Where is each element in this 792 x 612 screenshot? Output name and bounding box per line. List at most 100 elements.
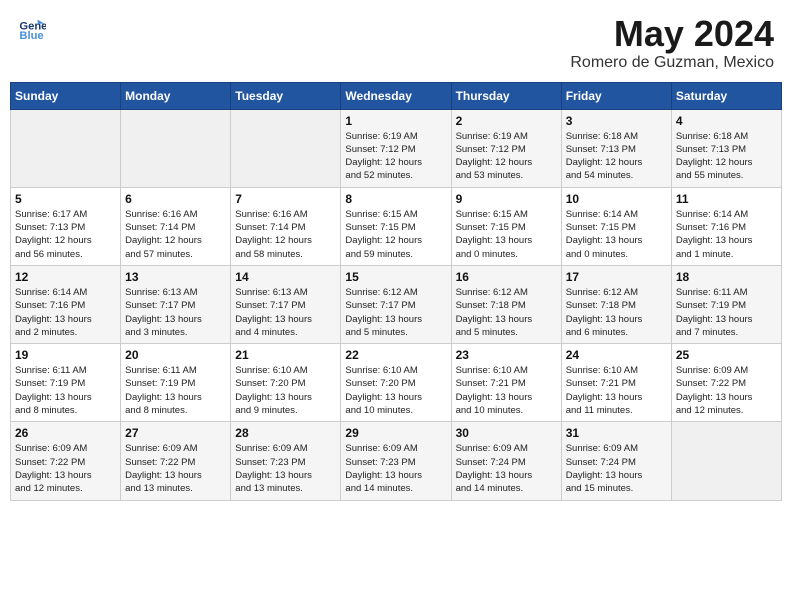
calendar-body: 1Sunrise: 6:19 AMSunset: 7:12 PMDaylight… [11, 109, 782, 500]
calendar-week-3: 12 Sunrise: 6:14 AMSunset: 7:16 PMDayligh… [11, 265, 782, 343]
calendar-cell: 12 Sunrise: 6:14 AMSunset: 7:16 PMDayligh… [11, 265, 121, 343]
day-number: 25 [676, 348, 777, 362]
day-number: 26 [15, 426, 116, 440]
calendar-cell: 28 Sunrise: 6:09 AMSunset: 7:23 PMDayligh… [231, 422, 341, 500]
calendar-cell [671, 422, 781, 500]
header-tuesday: Tuesday [231, 82, 341, 109]
calendar-week-4: 19 Sunrise: 6:11 AMSunset: 7:19 PMDayligh… [11, 344, 782, 422]
day-info: Sunrise: 6:09 AMSunset: 7:22 PMDaylight:… [125, 442, 226, 495]
day-number: 20 [125, 348, 226, 362]
calendar-cell: 20 Sunrise: 6:11 AMSunset: 7:19 PMDayligh… [121, 344, 231, 422]
day-number: 12 [15, 270, 116, 284]
day-number: 22 [345, 348, 446, 362]
day-info: Sunrise: 6:13 AMSunset: 7:17 PMDaylight:… [125, 286, 226, 339]
day-info: Sunrise: 6:09 AMSunset: 7:23 PMDaylight:… [235, 442, 336, 495]
day-info: Sunrise: 6:19 AMSunset: 7:12 PMDaylight:… [456, 130, 557, 183]
day-info: Sunrise: 6:09 AMSunset: 7:24 PMDaylight:… [456, 442, 557, 495]
calendar-cell: 31 Sunrise: 6:09 AMSunset: 7:24 PMDayligh… [561, 422, 671, 500]
day-number: 7 [235, 192, 336, 206]
day-info: Sunrise: 6:18 AMSunset: 7:13 PMDaylight:… [676, 130, 777, 183]
day-number: 13 [125, 270, 226, 284]
day-number: 4 [676, 114, 777, 128]
day-info: Sunrise: 6:11 AMSunset: 7:19 PMDaylight:… [676, 286, 777, 339]
calendar-week-2: 5 Sunrise: 6:17 AMSunset: 7:13 PMDaylight… [11, 187, 782, 265]
calendar-cell: 18 Sunrise: 6:11 AMSunset: 7:19 PMDayligh… [671, 265, 781, 343]
day-number: 31 [566, 426, 667, 440]
day-number: 3 [566, 114, 667, 128]
day-info: Sunrise: 6:10 AMSunset: 7:21 PMDaylight:… [456, 364, 557, 417]
day-number: 16 [456, 270, 557, 284]
day-number: 18 [676, 270, 777, 284]
calendar-cell: 8Sunrise: 6:15 AMSunset: 7:15 PMDaylight… [341, 187, 451, 265]
day-number: 23 [456, 348, 557, 362]
calendar-cell: 16Sunrise: 6:12 AMSunset: 7:18 PMDayligh… [451, 265, 561, 343]
calendar-cell [121, 109, 231, 187]
calendar-cell: 5 Sunrise: 6:17 AMSunset: 7:13 PMDaylight… [11, 187, 121, 265]
day-number: 17 [566, 270, 667, 284]
calendar-cell: 14 Sunrise: 6:13 AMSunset: 7:17 PMDayligh… [231, 265, 341, 343]
day-number: 28 [235, 426, 336, 440]
day-info: Sunrise: 6:16 AMSunset: 7:14 PMDaylight:… [125, 208, 226, 261]
title-area: May 2024 Romero de Guzman, Mexico [570, 14, 774, 72]
day-number: 24 [566, 348, 667, 362]
calendar-cell [11, 109, 121, 187]
day-info: Sunrise: 6:09 AMSunset: 7:22 PMDaylight:… [676, 364, 777, 417]
day-number: 29 [345, 426, 446, 440]
day-info: Sunrise: 6:09 AMSunset: 7:24 PMDaylight:… [566, 442, 667, 495]
header-sunday: Sunday [11, 82, 121, 109]
day-number: 5 [15, 192, 116, 206]
day-info: Sunrise: 6:12 AMSunset: 7:17 PMDaylight:… [345, 286, 446, 339]
calendar-cell: 1Sunrise: 6:19 AMSunset: 7:12 PMDaylight… [341, 109, 451, 187]
calendar-cell: 2 Sunrise: 6:19 AMSunset: 7:12 PMDaylight… [451, 109, 561, 187]
day-info: Sunrise: 6:14 AMSunset: 7:16 PMDaylight:… [15, 286, 116, 339]
day-number: 19 [15, 348, 116, 362]
logo-icon: General Blue [18, 14, 46, 42]
day-number: 30 [456, 426, 557, 440]
calendar-cell: 26 Sunrise: 6:09 AMSunset: 7:22 PMDayligh… [11, 422, 121, 500]
calendar-cell: 27 Sunrise: 6:09 AMSunset: 7:22 PMDayligh… [121, 422, 231, 500]
calendar-cell: 15 Sunrise: 6:12 AMSunset: 7:17 PMDayligh… [341, 265, 451, 343]
day-info: Sunrise: 6:15 AMSunset: 7:15 PMDaylight:… [456, 208, 557, 261]
calendar-cell: 4 Sunrise: 6:18 AMSunset: 7:13 PMDaylight… [671, 109, 781, 187]
calendar-cell: 17 Sunrise: 6:12 AMSunset: 7:18 PMDayligh… [561, 265, 671, 343]
svg-text:Blue: Blue [19, 30, 43, 42]
day-info: Sunrise: 6:12 AMSunset: 7:18 PMDaylight:… [566, 286, 667, 339]
header-saturday: Saturday [671, 82, 781, 109]
day-info: Sunrise: 6:09 AMSunset: 7:22 PMDaylight:… [15, 442, 116, 495]
day-number: 27 [125, 426, 226, 440]
calendar-week-5: 26 Sunrise: 6:09 AMSunset: 7:22 PMDayligh… [11, 422, 782, 500]
day-info: Sunrise: 6:14 AMSunset: 7:16 PMDaylight:… [676, 208, 777, 261]
calendar-cell: 7 Sunrise: 6:16 AMSunset: 7:14 PMDaylight… [231, 187, 341, 265]
day-number: 11 [676, 192, 777, 206]
calendar-cell: 3 Sunrise: 6:18 AMSunset: 7:13 PMDaylight… [561, 109, 671, 187]
day-number: 2 [456, 114, 557, 128]
calendar-cell: 25 Sunrise: 6:09 AMSunset: 7:22 PMDayligh… [671, 344, 781, 422]
day-info: Sunrise: 6:09 AMSunset: 7:23 PMDaylight:… [345, 442, 446, 495]
day-info: Sunrise: 6:19 AMSunset: 7:12 PMDaylight:… [345, 130, 446, 183]
calendar-cell: 9 Sunrise: 6:15 AMSunset: 7:15 PMDaylight… [451, 187, 561, 265]
calendar-cell: 24Sunrise: 6:10 AMSunset: 7:21 PMDayligh… [561, 344, 671, 422]
calendar-cell: 10 Sunrise: 6:14 AMSunset: 7:15 PMDayligh… [561, 187, 671, 265]
header-wednesday: Wednesday [341, 82, 451, 109]
day-info: Sunrise: 6:13 AMSunset: 7:17 PMDaylight:… [235, 286, 336, 339]
day-info: Sunrise: 6:16 AMSunset: 7:14 PMDaylight:… [235, 208, 336, 261]
calendar-cell: 29 Sunrise: 6:09 AMSunset: 7:23 PMDayligh… [341, 422, 451, 500]
day-number: 14 [235, 270, 336, 284]
day-number: 10 [566, 192, 667, 206]
day-info: Sunrise: 6:11 AMSunset: 7:19 PMDaylight:… [15, 364, 116, 417]
day-number: 8 [345, 192, 446, 206]
logo: General Blue [18, 14, 46, 42]
day-info: Sunrise: 6:14 AMSunset: 7:15 PMDaylight:… [566, 208, 667, 261]
header-thursday: Thursday [451, 82, 561, 109]
day-number: 9 [456, 192, 557, 206]
month-year-title: May 2024 [570, 14, 774, 54]
header-monday: Monday [121, 82, 231, 109]
day-number: 15 [345, 270, 446, 284]
day-info: Sunrise: 6:10 AMSunset: 7:20 PMDaylight:… [235, 364, 336, 417]
day-info: Sunrise: 6:17 AMSunset: 7:13 PMDaylight:… [15, 208, 116, 261]
day-info: Sunrise: 6:11 AMSunset: 7:19 PMDaylight:… [125, 364, 226, 417]
day-info: Sunrise: 6:18 AMSunset: 7:13 PMDaylight:… [566, 130, 667, 183]
calendar-cell: 13 Sunrise: 6:13 AMSunset: 7:17 PMDayligh… [121, 265, 231, 343]
calendar-cell [231, 109, 341, 187]
day-number: 6 [125, 192, 226, 206]
